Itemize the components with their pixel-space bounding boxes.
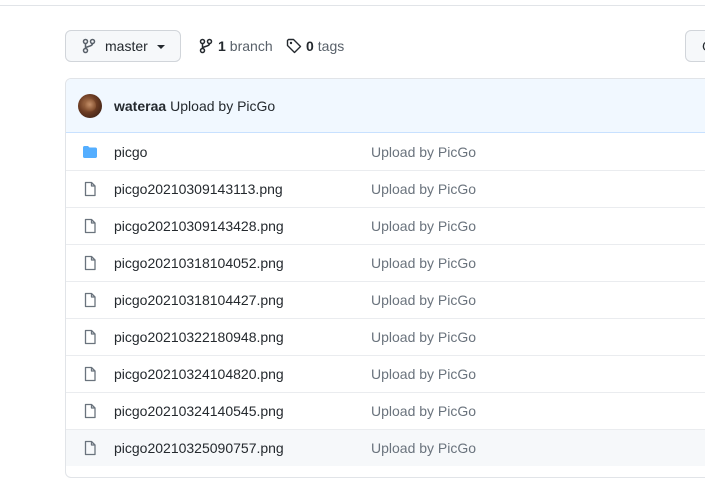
file-row[interactable]: picgo20210322180948.png Upload by PicGo [66, 318, 705, 355]
tags-link[interactable]: 0 tags [286, 36, 344, 56]
file-row[interactable]: picgo20210318104052.png Upload by PicGo [66, 244, 705, 281]
file-name[interactable]: picgo20210318104427.png [114, 292, 284, 308]
file-commit-message[interactable]: Upload by PicGo [371, 181, 476, 197]
file-name[interactable]: picgo20210324140545.png [114, 403, 284, 419]
file-commit-message[interactable]: Upload by PicGo [371, 329, 476, 345]
branches-link[interactable]: 1 branch [198, 36, 273, 56]
file-row[interactable]: picgo20210309143113.png Upload by PicGo [66, 170, 705, 207]
file-row[interactable]: picgo20210318104427.png Upload by PicGo [66, 281, 705, 318]
branch-select-button[interactable]: master [65, 30, 181, 62]
branch-name: master [105, 38, 148, 54]
file-name[interactable]: picgo [114, 144, 147, 160]
file-icon [84, 181, 96, 197]
file-name[interactable]: picgo20210322180948.png [114, 329, 284, 345]
file-row[interactable]: picgo20210324104820.png Upload by PicGo [66, 355, 705, 392]
file-icon [84, 218, 96, 234]
file-name[interactable]: picgo20210309143113.png [114, 181, 283, 197]
commit-message[interactable]: Upload by PicGo [170, 98, 275, 114]
tag-icon [286, 38, 302, 54]
file-commit-message[interactable]: Upload by PicGo [371, 366, 476, 382]
file-name[interactable]: picgo20210318104052.png [114, 255, 284, 271]
git-branch-icon [199, 38, 213, 54]
branch-label: branch [229, 38, 273, 54]
file-name[interactable]: picgo20210324104820.png [114, 366, 284, 382]
file-commit-message[interactable]: Upload by PicGo [371, 440, 476, 456]
file-name[interactable]: picgo20210309143428.png [114, 218, 284, 234]
file-commit-message[interactable]: Upload by PicGo [371, 403, 476, 419]
file-name[interactable]: picgo20210325090757.png [114, 440, 284, 456]
commit-author[interactable]: wateraa [114, 98, 166, 114]
file-icon [84, 329, 96, 345]
file-rows: picgo Upload by PicGo picgo20210309143113.… [66, 133, 705, 466]
top-border [0, 0, 705, 6]
file-commit-message[interactable]: Upload by PicGo [371, 218, 476, 234]
file-commit-message[interactable]: Upload by PicGo [371, 292, 476, 308]
file-icon [84, 440, 96, 456]
file-list: wateraa Upload by PicGo picgo Upload by P… [65, 78, 705, 478]
tag-count: 0 [306, 38, 314, 54]
avatar[interactable] [78, 93, 102, 118]
file-icon [84, 366, 96, 382]
file-row[interactable]: picgo20210325090757.png Upload by PicGo [66, 429, 705, 466]
go-to-file-button[interactable]: G [685, 30, 705, 62]
file-icon [84, 403, 96, 419]
file-icon [84, 255, 96, 271]
file-row[interactable]: picgo20210324140545.png Upload by PicGo [66, 392, 705, 429]
file-row[interactable]: picgo Upload by PicGo [66, 133, 705, 170]
folder-icon [83, 145, 97, 158]
branch-count: 1 [218, 38, 226, 54]
tag-label: tags [317, 38, 345, 54]
file-commit-message[interactable]: Upload by PicGo [371, 144, 476, 160]
file-row[interactable]: picgo20210309143428.png Upload by PicGo [66, 207, 705, 244]
latest-commit-header: wateraa Upload by PicGo [66, 79, 705, 133]
file-commit-message[interactable]: Upload by PicGo [371, 255, 476, 271]
chevron-down-icon [156, 45, 165, 49]
git-branch-icon [82, 38, 96, 54]
file-icon [84, 292, 96, 308]
